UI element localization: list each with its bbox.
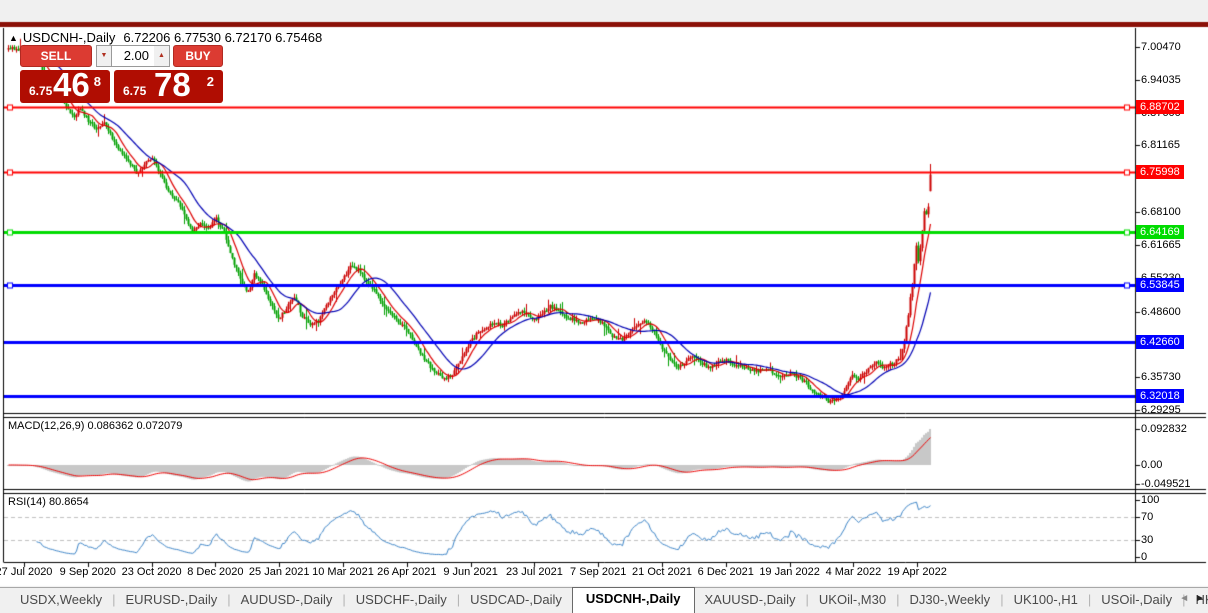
macd-title: MACD(12,26,9) — [8, 420, 84, 432]
symbol-tab-usdx-weekly[interactable]: USDX,Weekly — [10, 588, 112, 613]
rsi-axis-label: 0 — [1141, 551, 1147, 563]
buy-price-display[interactable]: 6.75 78 2 — [114, 70, 223, 103]
volume-input[interactable]: 2.00 — [111, 45, 155, 67]
tabs-scroll-right-button[interactable]: ► — [1195, 593, 1205, 604]
price-axis-tick: 6.68100 — [1141, 206, 1181, 218]
symbol-tab-xauusd-daily[interactable]: XAUUSD-,Daily — [695, 588, 806, 613]
level-price-badge: 6.32018 — [1136, 389, 1184, 403]
price-axis-tick: 6.35730 — [1141, 371, 1181, 383]
macd-axis-label: -0.049521 — [1141, 478, 1191, 490]
rsi-label: RSI(14) 80.8654 — [8, 496, 89, 508]
macd-axis-label: 0.092832 — [1141, 423, 1187, 435]
rsi-value: 80.8654 — [49, 496, 89, 508]
trading-platform-screen: 5M30H1H4D1W1MN ▲USDCNH-,Daily6.72206 6.7… — [0, 0, 1208, 613]
arrow-down-icon: ▼ — [101, 52, 108, 59]
symbol-tab-eurusd-daily[interactable]: EURUSD-,Daily — [116, 588, 228, 613]
level-price-badge: 6.88702 — [1136, 100, 1184, 114]
symbol-tab-dj30-weekly[interactable]: DJ30-,Weekly — [900, 588, 1001, 613]
buy-price-prefix: 6.75 — [123, 84, 146, 98]
tab-scroll-arrows: ◄ ► — [1179, 593, 1205, 604]
symbol-tab-ukoil-m30[interactable]: UKOil-,M30 — [809, 588, 896, 613]
date-axis-label: 19 Apr 2022 — [872, 566, 962, 578]
rsi-axis-label: 70 — [1141, 511, 1153, 523]
price-axis-tick: 6.81165 — [1141, 139, 1180, 151]
price-axis-tick: 6.61665 — [1141, 239, 1181, 251]
symbol-tab-usoil-daily[interactable]: USOil-,Daily — [1091, 588, 1182, 613]
price-axis-tick: 6.29295 — [1141, 404, 1181, 416]
symbol-tab-usdchf-daily[interactable]: USDCHF-,Daily — [346, 588, 457, 613]
sell-price-prefix: 6.75 — [29, 84, 52, 98]
volume-decrease-button[interactable]: ▼ — [96, 45, 112, 67]
buy-button[interactable]: BUY — [173, 45, 223, 67]
macd-axis-label: 0.00 — [1141, 459, 1162, 471]
price-axis-tick: 7.00470 — [1141, 41, 1181, 53]
buy-price-big: 78 — [154, 66, 191, 104]
collapse-triangle-icon[interactable]: ▲ — [9, 33, 18, 43]
level-price-badge: 6.53845 — [1136, 278, 1184, 292]
rsi-axis-label: 100 — [1141, 494, 1159, 506]
tabs-scroll-left-button[interactable]: ◄ — [1179, 593, 1189, 604]
price-axis-tick: 6.94035 — [1141, 74, 1181, 86]
buy-price-sup: 2 — [207, 74, 214, 89]
price-axis-tick: 6.48600 — [1141, 306, 1181, 318]
chart-title: ▲ USDCNH-,Daily 6.72206 6.77530 6.72170 6.… — [9, 30, 322, 45]
symbol-tab-audusd-daily[interactable]: AUDUSD-,Daily — [231, 588, 343, 613]
one-click-trading-panel: SELL ▼ 2.00 ▲ BUY 6.75 46 8 6.75 78 2 — [20, 45, 223, 103]
sell-button[interactable]: SELL — [20, 45, 92, 67]
rsi-title: RSI(14) — [8, 496, 46, 508]
arrow-up-icon: ▲ — [158, 52, 165, 59]
sell-price-sup: 8 — [94, 74, 101, 89]
level-price-badge: 6.75998 — [1136, 165, 1184, 179]
volume-increase-button[interactable]: ▲ — [154, 45, 170, 67]
symbol-tab-usdcad-daily[interactable]: USDCAD-,Daily — [460, 588, 572, 613]
macd-label: MACD(12,26,9) 0.086362 0.072079 — [8, 420, 182, 432]
chart-symbol-label: USDCNH-,Daily — [23, 30, 115, 45]
sell-price-big: 46 — [53, 66, 90, 104]
symbol-tab-bar: USDX,Weekly|EURUSD-,Daily|AUDUSD-,Daily|… — [0, 587, 1208, 613]
macd-value-signal: 0.072079 — [136, 420, 182, 432]
symbol-tab-uk100-h1[interactable]: UK100-,H1 — [1004, 588, 1088, 613]
chart-ohlc-values: 6.72206 6.77530 6.72170 6.75468 — [123, 30, 322, 45]
level-price-badge: 6.64169 — [1136, 225, 1184, 239]
rsi-axis-label: 30 — [1141, 534, 1153, 546]
sell-price-display[interactable]: 6.75 46 8 — [20, 70, 110, 103]
macd-value-main: 0.086362 — [87, 420, 133, 432]
level-price-badge: 6.42660 — [1136, 335, 1184, 349]
symbol-tab-usdcnh-daily[interactable]: USDCNH-,Daily — [572, 587, 695, 613]
